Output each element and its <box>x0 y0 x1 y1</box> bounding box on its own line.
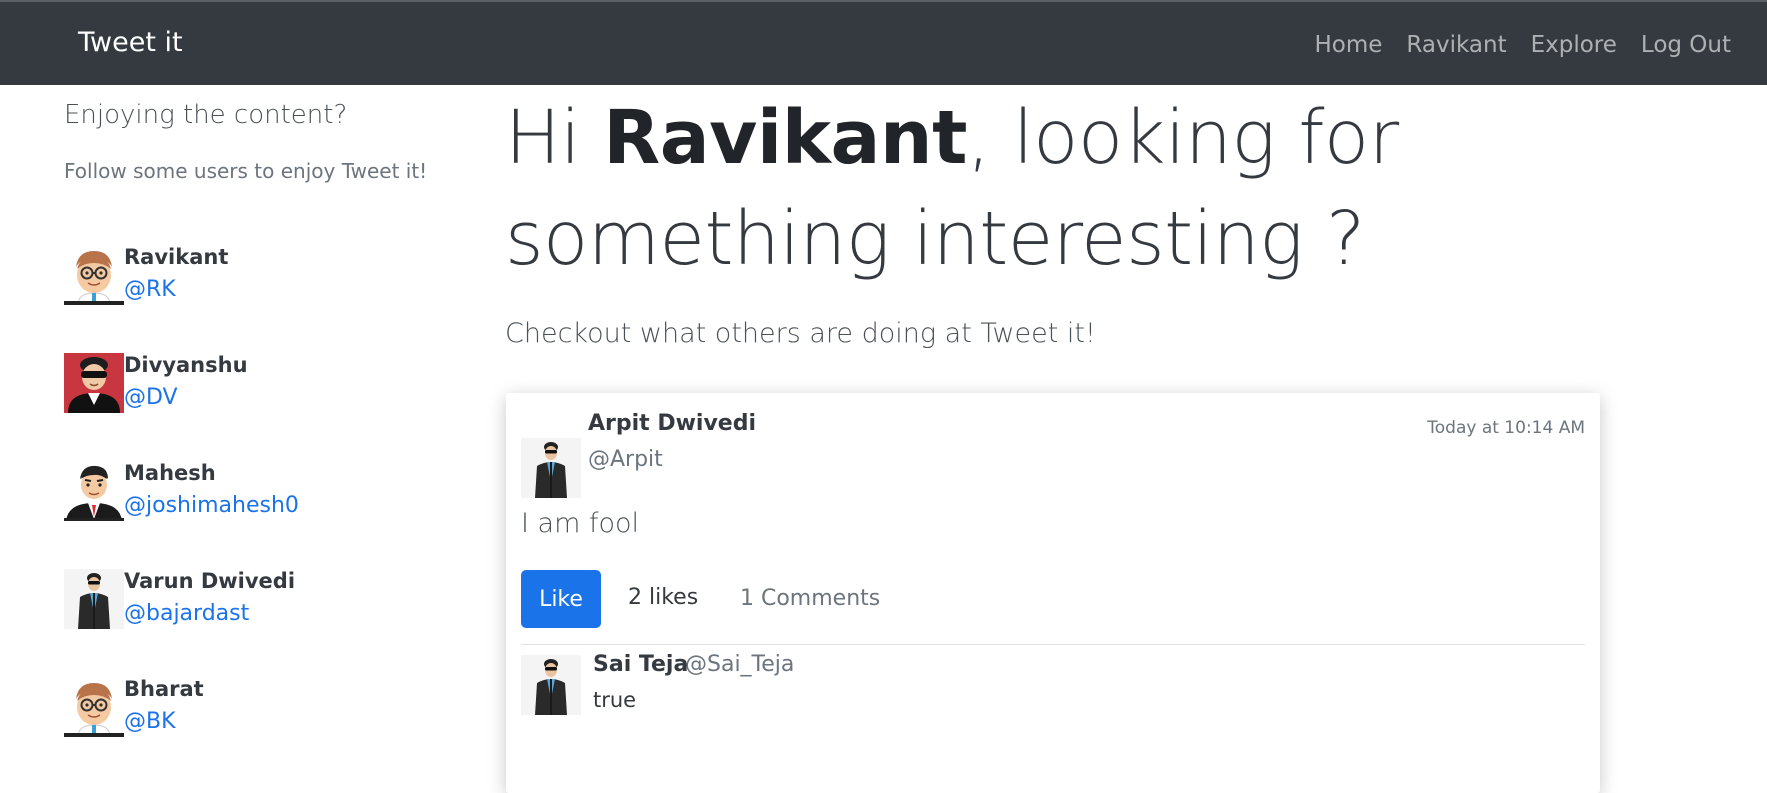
user-list: Ravikant @RK Divyanshu @DV Mahesh @joshi… <box>64 242 299 782</box>
tweet-author-name[interactable]: Arpit Dwivedi <box>588 411 756 436</box>
sidebar-title: Enjoying the content? <box>64 100 348 130</box>
user-text: Varun Dwivedi @bajardast <box>124 566 295 632</box>
like-button[interactable]: Like <box>521 570 601 628</box>
comment-author-name: Sai Teja <box>593 652 689 677</box>
nav-explore-link[interactable]: Explore <box>1531 32 1617 58</box>
cartoon-suit-avatar-icon[interactable] <box>64 461 124 521</box>
sidebar-subtitle: Follow some users to enjoy Tweet it! <box>64 159 428 184</box>
nav-logout-link[interactable]: Log Out <box>1641 32 1731 58</box>
sidebar: Enjoying the content? Follow some users … <box>64 100 484 737</box>
cartoon-glasses-avatar-icon[interactable] <box>64 245 124 305</box>
jacket-sunglasses-avatar-icon[interactable] <box>521 438 581 498</box>
comment-text: true <box>593 688 637 712</box>
comment-author-handle: @Sai_Teja <box>685 652 795 677</box>
user-name: Varun Dwivedi <box>124 569 296 593</box>
sunglasses-red-avatar-icon[interactable] <box>64 353 124 413</box>
likes-count: 2 likes <box>628 585 699 610</box>
user-name: Divyanshu <box>124 353 248 377</box>
brand-link[interactable]: Tweet it <box>78 27 183 58</box>
lead-text: Checkout what others are doing at Tweet … <box>505 318 1096 349</box>
user-handle-link[interactable]: @bajardast <box>124 596 295 632</box>
user-text: Bharat @BK <box>124 674 204 740</box>
nav-profile-link[interactable]: Ravikant <box>1406 32 1506 58</box>
user-name: Ravikant <box>124 245 229 269</box>
divider <box>521 644 1585 645</box>
user-handle-link[interactable]: @joshimahesh0 <box>124 488 299 524</box>
user-handle-link[interactable]: @RK <box>124 272 228 308</box>
user-item: Divyanshu @DV <box>64 350 299 458</box>
user-handle-link[interactable]: @DV <box>124 380 248 416</box>
user-item: Mahesh @joshimahesh0 <box>64 458 299 566</box>
cartoon-glasses-avatar-icon[interactable] <box>64 677 124 737</box>
headline-prefix: Hi <box>505 95 604 181</box>
jacket-sunglasses-avatar-icon <box>521 655 581 715</box>
user-text: Divyanshu @DV <box>124 350 248 416</box>
nav-links: Home Ravikant Explore Log Out <box>1314 32 1731 58</box>
page-headline: Hi Ravikant, looking for something inter… <box>505 88 1605 290</box>
tweet-body: I am fool <box>521 508 640 539</box>
headline-user-name: Ravikant <box>603 95 967 181</box>
tweet-card: Arpit Dwivedi @Arpit Today at 10:14 AM I… <box>506 393 1600 793</box>
user-text: Mahesh @joshimahesh0 <box>124 458 299 524</box>
navbar: Tweet it Home Ravikant Explore Log Out <box>0 0 1767 85</box>
tweet-timestamp: Today at 10:14 AM <box>1427 418 1585 438</box>
jacket-sunglasses-avatar-icon[interactable] <box>64 569 124 629</box>
nav-home-link[interactable]: Home <box>1314 32 1382 58</box>
tweet-author-handle: @Arpit <box>588 447 663 472</box>
user-item: Bharat @BK <box>64 674 299 782</box>
user-name: Bharat <box>124 677 204 701</box>
user-handle-link[interactable]: @BK <box>124 704 204 740</box>
user-item: Ravikant @RK <box>64 242 299 350</box>
main-content: Hi Ravikant, looking for something inter… <box>505 88 1605 793</box>
comments-link[interactable]: 1 Comments <box>740 586 880 611</box>
user-name: Mahesh <box>124 461 216 485</box>
user-item: Varun Dwivedi @bajardast <box>64 566 299 674</box>
user-text: Ravikant @RK <box>124 242 228 308</box>
